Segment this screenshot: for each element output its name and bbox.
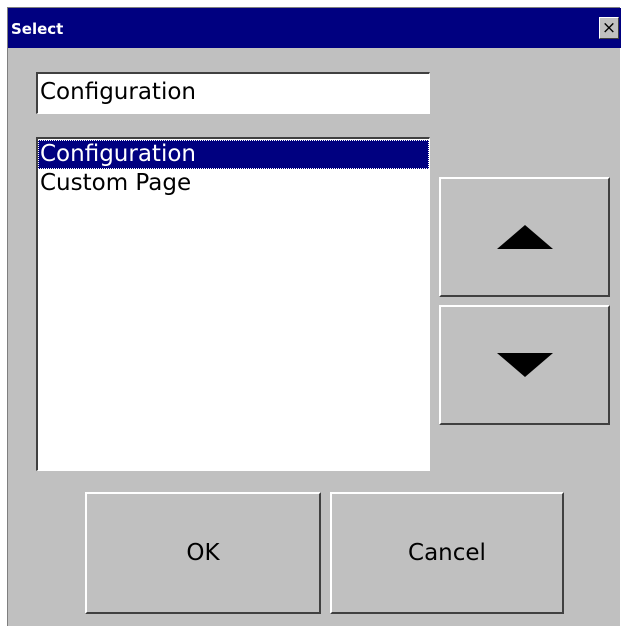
arrow-down-icon bbox=[496, 353, 553, 377]
window-title: Select bbox=[11, 20, 64, 38]
list-item-configuration[interactable]: Configuration bbox=[38, 140, 429, 169]
list-item-custom-page[interactable]: Custom Page bbox=[38, 169, 429, 198]
move-up-button[interactable] bbox=[439, 177, 610, 297]
page-list[interactable]: Configuration Custom Page bbox=[36, 137, 430, 471]
arrow-up-icon bbox=[496, 225, 553, 249]
ok-button[interactable]: OK bbox=[85, 492, 321, 614]
cancel-button[interactable]: Cancel bbox=[330, 492, 564, 614]
close-icon: × bbox=[601, 18, 617, 38]
selection-name-field[interactable]: Configuration bbox=[36, 72, 430, 114]
close-button[interactable]: × bbox=[599, 17, 619, 39]
cancel-button-label: Cancel bbox=[408, 540, 486, 566]
select-dialog: Select × Configuration Configuration Cus… bbox=[7, 7, 621, 626]
title-bar[interactable]: Select × bbox=[8, 8, 621, 48]
move-down-button[interactable] bbox=[439, 305, 610, 425]
ok-button-label: OK bbox=[186, 540, 220, 566]
